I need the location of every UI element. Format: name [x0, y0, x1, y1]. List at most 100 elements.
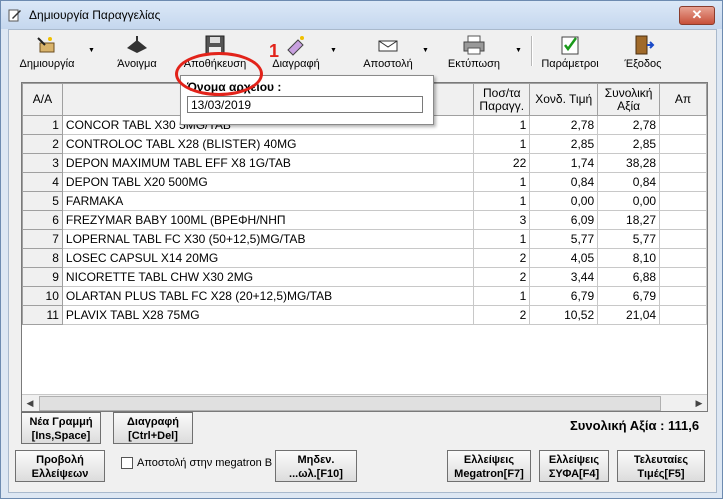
row-description[interactable]: OLARTAN PLUS TABL FC X28 (20+12,5)MG/TAB: [61, 286, 475, 306]
row-number[interactable]: 5: [22, 191, 63, 211]
send-dropdown-arrow[interactable]: ▼: [422, 47, 429, 54]
row-number[interactable]: 4: [22, 172, 63, 192]
scrollbar-thumb[interactable]: [39, 396, 661, 411]
row-number[interactable]: 6: [22, 210, 63, 230]
row-price[interactable]: 0,00: [529, 191, 599, 211]
print-dropdown-arrow[interactable]: ▼: [515, 47, 522, 54]
row-quantity[interactable]: 2: [473, 305, 531, 325]
row-price[interactable]: 1,74: [529, 153, 599, 173]
col-header-total-value[interactable]: Συνολική Αξία: [597, 83, 661, 116]
row-quantity[interactable]: 3: [473, 210, 531, 230]
row-description[interactable]: LOSEC CAPSUL X14 20MG: [61, 248, 475, 268]
row-price[interactable]: 5,77: [529, 229, 599, 249]
row-description[interactable]: FREZYMAR BABY 100ML (ΒΡΕΦΗ/ΝΗΠ: [61, 210, 475, 230]
new-row-button[interactable]: Νέα Γραμμή [Ins,Space]: [21, 412, 101, 444]
create-button[interactable]: Δημιουργία: [11, 32, 83, 72]
row-price[interactable]: 4,05: [529, 248, 599, 268]
table-row[interactable]: 4 DEPON TABL X20 500MG 1 0,84 0,84: [22, 172, 707, 192]
send-button[interactable]: Αποστολή: [353, 32, 423, 72]
table-row[interactable]: 3 DEPON MAXIMUM TABL EFF X8 1G/TAB 22 1,74 3…: [22, 153, 707, 173]
row-total[interactable]: 2,78: [597, 115, 661, 135]
row-quantity[interactable]: 1: [473, 286, 531, 306]
table-row[interactable]: 11 PLAVIX TABL X28 75MG 2 10,52 21,04: [22, 305, 707, 325]
row-total[interactable]: 0,84: [597, 172, 661, 192]
create-dropdown-arrow[interactable]: ▼: [88, 47, 95, 54]
col-header-aa[interactable]: Α/Α: [22, 83, 63, 116]
row-ap[interactable]: [659, 210, 707, 230]
row-quantity[interactable]: 22: [473, 153, 531, 173]
row-quantity[interactable]: 2: [473, 248, 531, 268]
row-ap[interactable]: [659, 267, 707, 287]
table-row[interactable]: 5 FARMAKA 1 0,00 0,00: [22, 191, 707, 211]
row-total[interactable]: 18,27: [597, 210, 661, 230]
row-quantity[interactable]: 2: [473, 267, 531, 287]
row-ap[interactable]: [659, 153, 707, 173]
table-row[interactable]: 2 CONTROLOC TABL X28 (BLISTER) 40MG 1 2,85 2…: [22, 134, 707, 154]
scroll-right-icon[interactable]: ▶: [691, 395, 707, 411]
row-description[interactable]: LOPERNAL TABL FC X30 (50+12,5)MG/TAB: [61, 229, 475, 249]
row-price[interactable]: 6,09: [529, 210, 599, 230]
show-missing-button[interactable]: Προβολή Ελλείψεων: [15, 450, 105, 482]
syfa-missing-button[interactable]: Ελλείψεις ΣΥΦΑ[F4]: [539, 450, 609, 482]
delete-row-button[interactable]: Διαγραφή [Ctrl+Del]: [113, 412, 193, 444]
row-total[interactable]: 6,79: [597, 286, 661, 306]
row-description[interactable]: DEPON TABL X20 500MG: [61, 172, 475, 192]
delete-dropdown-arrow[interactable]: ▼: [330, 47, 337, 54]
row-description[interactable]: CONTROLOC TABL X28 (BLISTER) 40MG: [61, 134, 475, 154]
row-quantity[interactable]: 1: [473, 115, 531, 135]
row-number[interactable]: 9: [22, 267, 63, 287]
row-ap[interactable]: [659, 115, 707, 135]
row-quantity[interactable]: 1: [473, 191, 531, 211]
col-header-wholesale-price[interactable]: Χονδ. Τιμή: [529, 83, 599, 116]
row-ap[interactable]: [659, 305, 707, 325]
open-button[interactable]: Άνοιγμα: [109, 32, 165, 72]
print-button[interactable]: Εκτύπωση: [439, 32, 509, 72]
row-quantity[interactable]: 1: [473, 134, 531, 154]
scroll-left-icon[interactable]: ◀: [22, 395, 38, 411]
row-description[interactable]: PLAVIX TABL X28 75MG: [61, 305, 475, 325]
row-total[interactable]: 6,88: [597, 267, 661, 287]
row-ap[interactable]: [659, 229, 707, 249]
row-total[interactable]: 0,00: [597, 191, 661, 211]
row-ap[interactable]: [659, 191, 707, 211]
row-ap[interactable]: [659, 248, 707, 268]
exit-button[interactable]: Έξοδος: [613, 32, 673, 72]
row-total[interactable]: 21,04: [597, 305, 661, 325]
horizontal-scrollbar[interactable]: ◀ ▶: [22, 394, 707, 411]
table-row[interactable]: 6 FREZYMAR BABY 100ML (ΒΡΕΦΗ/ΝΗΠ 3 6,09 18,2…: [22, 210, 707, 230]
row-number[interactable]: 11: [22, 305, 63, 325]
parameters-button[interactable]: Παράμετροι: [535, 32, 605, 72]
last-prices-button[interactable]: Τελευταίες Τιμές[F5]: [617, 450, 705, 482]
row-price[interactable]: 3,44: [529, 267, 599, 287]
row-description[interactable]: FARMAKA: [61, 191, 475, 211]
filename-input[interactable]: [187, 96, 423, 113]
row-price[interactable]: 2,78: [529, 115, 599, 135]
row-total[interactable]: 5,77: [597, 229, 661, 249]
checkbox-box[interactable]: [121, 457, 133, 470]
col-header-quantity[interactable]: Ποσ/τα Παραγγ.: [473, 83, 531, 116]
row-price[interactable]: 6,79: [529, 286, 599, 306]
row-total[interactable]: 8,10: [597, 248, 661, 268]
row-number[interactable]: 10: [22, 286, 63, 306]
row-price[interactable]: 10,52: [529, 305, 599, 325]
close-button[interactable]: ✕: [679, 6, 715, 25]
row-number[interactable]: 1: [22, 115, 63, 135]
row-price[interactable]: 0,84: [529, 172, 599, 192]
col-header-ap[interactable]: Απ: [659, 83, 707, 116]
row-quantity[interactable]: 1: [473, 172, 531, 192]
table-row[interactable]: 9 NICORETTE TABL CHW X30 2MG 2 3,44 6,88: [22, 267, 707, 287]
row-number[interactable]: 7: [22, 229, 63, 249]
megatron-missing-button[interactable]: Ελλείψεις Megatron[F7]: [447, 450, 531, 482]
row-quantity[interactable]: 1: [473, 229, 531, 249]
row-ap[interactable]: [659, 134, 707, 154]
row-number[interactable]: 3: [22, 153, 63, 173]
row-number[interactable]: 2: [22, 134, 63, 154]
table-row[interactable]: 7 LOPERNAL TABL FC X30 (50+12,5)MG/TAB 1 5,…: [22, 229, 707, 249]
row-description[interactable]: DEPON MAXIMUM TABL EFF X8 1G/TAB: [61, 153, 475, 173]
row-ap[interactable]: [659, 172, 707, 192]
row-total[interactable]: 2,85: [597, 134, 661, 154]
row-total[interactable]: 38,28: [597, 153, 661, 173]
row-price[interactable]: 2,85: [529, 134, 599, 154]
row-number[interactable]: 8: [22, 248, 63, 268]
table-row[interactable]: 10 OLARTAN PLUS TABL FC X28 (20+12,5)MG/T…: [22, 286, 707, 306]
